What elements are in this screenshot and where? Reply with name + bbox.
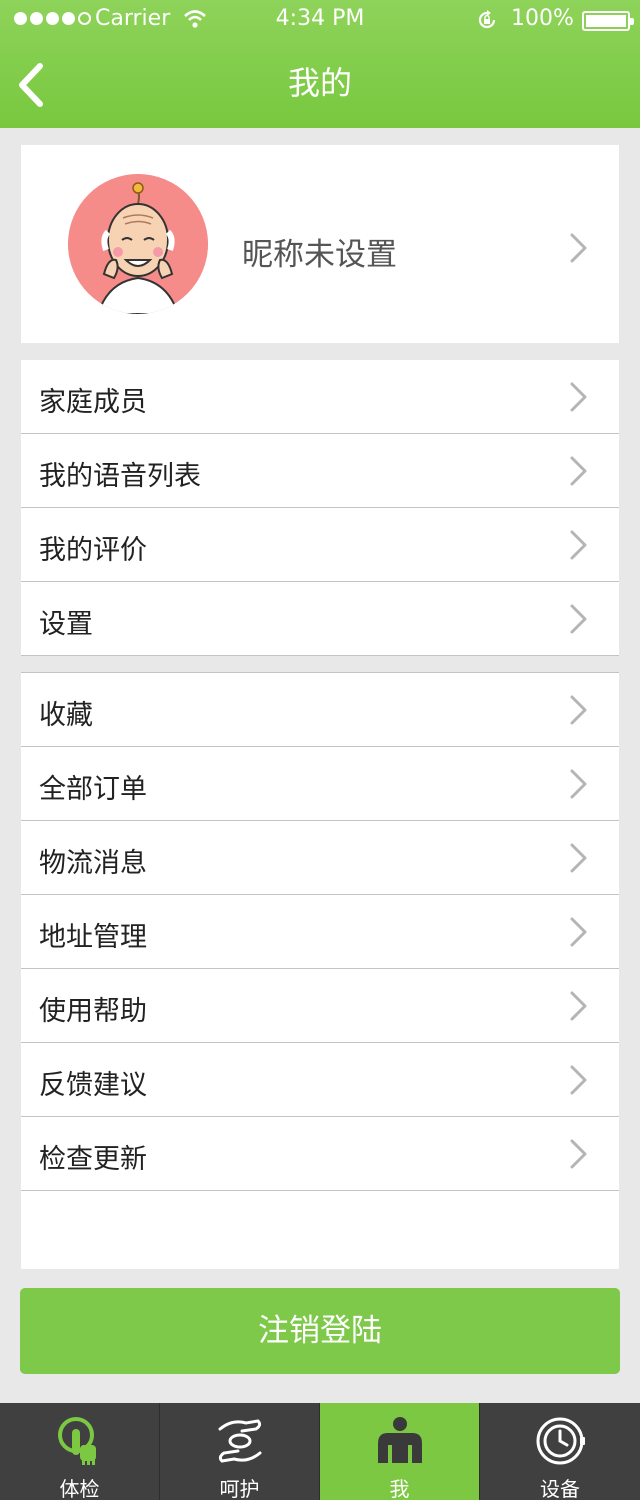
page-title: 我的 bbox=[287, 64, 352, 102]
menu-item-label: 收藏 bbox=[39, 700, 93, 731]
chevron-right-icon bbox=[570, 843, 587, 873]
chevron-right-icon bbox=[570, 1065, 587, 1095]
chevron-right-icon bbox=[570, 695, 587, 725]
chevron-right-icon bbox=[570, 991, 587, 1021]
menu-item-label: 我的语音列表 bbox=[39, 461, 201, 492]
menu-item-favorites[interactable]: 收藏 bbox=[21, 673, 619, 747]
menu-item-help[interactable]: 使用帮助 bbox=[21, 969, 619, 1043]
nickname-label: 昵称未设置 bbox=[242, 237, 397, 273]
care-hands-icon bbox=[218, 1419, 261, 1463]
menu-item-feedback[interactable]: 反馈建议 bbox=[21, 1043, 619, 1117]
tab-care[interactable]: 呵护 bbox=[160, 1403, 320, 1500]
menu-item-label: 地址管理 bbox=[39, 922, 147, 953]
menu-item-voice-list[interactable]: 我的语音列表 bbox=[21, 434, 619, 508]
nav-header: Carrier 4:34 PM 100% 我的 bbox=[0, 0, 640, 128]
user-icon bbox=[377, 1417, 422, 1463]
menu-item-settings[interactable]: 设置 bbox=[21, 582, 619, 656]
chevron-right-icon bbox=[570, 1139, 587, 1169]
menu-item-label: 反馈建议 bbox=[39, 1070, 147, 1101]
menu-item-label: 全部订单 bbox=[39, 774, 147, 805]
menu-item-label: 设置 bbox=[39, 609, 93, 640]
menu-item-my-reviews[interactable]: 我的评价 bbox=[21, 508, 619, 582]
menu-group-account: 家庭成员 我的语音列表 我的评价 设置 bbox=[21, 360, 619, 656]
tab-label: 设备 bbox=[540, 1477, 580, 1500]
chevron-right-icon bbox=[570, 604, 587, 634]
menu-item-label: 家庭成员 bbox=[39, 387, 147, 418]
menu-item-check-update[interactable]: 检查更新 bbox=[21, 1117, 619, 1191]
battery-percentage: 100% bbox=[511, 6, 574, 31]
menu-group-shopping: 收藏 全部订单 物流消息 地址管理 使用帮助 反馈建议 检查更新 bbox=[21, 672, 619, 1269]
chevron-right-icon bbox=[570, 382, 587, 412]
chevron-right-icon bbox=[570, 769, 587, 799]
chevron-right-icon bbox=[570, 233, 587, 263]
logout-button[interactable]: 注销登陆 bbox=[20, 1288, 620, 1374]
tab-me[interactable]: 我 bbox=[320, 1403, 480, 1500]
menu-item-label: 我的评价 bbox=[39, 535, 147, 566]
bottom-tab-bar: 体检 呵护 我 设备 bbox=[0, 1403, 640, 1500]
tab-label: 呵护 bbox=[219, 1477, 260, 1500]
checkup-hand-icon bbox=[57, 1417, 96, 1465]
menu-item-label: 物流消息 bbox=[39, 848, 147, 879]
menu-item-family-members[interactable]: 家庭成员 bbox=[21, 360, 619, 434]
watch-device-icon bbox=[536, 1417, 585, 1465]
menu-item-logistics[interactable]: 物流消息 bbox=[21, 821, 619, 895]
status-bar: Carrier 4:34 PM 100% bbox=[0, 0, 640, 40]
tab-label: 体检 bbox=[59, 1477, 100, 1500]
menu-item-label: 使用帮助 bbox=[39, 996, 147, 1027]
chevron-right-icon bbox=[570, 456, 587, 486]
avatar[interactable] bbox=[68, 174, 208, 314]
battery-icon bbox=[582, 11, 634, 31]
orientation-lock-icon bbox=[476, 9, 498, 37]
tab-checkup[interactable]: 体检 bbox=[0, 1403, 160, 1500]
chevron-right-icon bbox=[570, 917, 587, 947]
tab-device[interactable]: 设备 bbox=[480, 1403, 640, 1500]
menu-item-all-orders[interactable]: 全部订单 bbox=[21, 747, 619, 821]
menu-item-label: 检查更新 bbox=[39, 1144, 147, 1175]
menu-item-address[interactable]: 地址管理 bbox=[21, 895, 619, 969]
chevron-right-icon bbox=[570, 530, 587, 560]
tab-label: 我 bbox=[389, 1477, 410, 1500]
profile-card[interactable]: 昵称未设置 bbox=[21, 145, 619, 343]
